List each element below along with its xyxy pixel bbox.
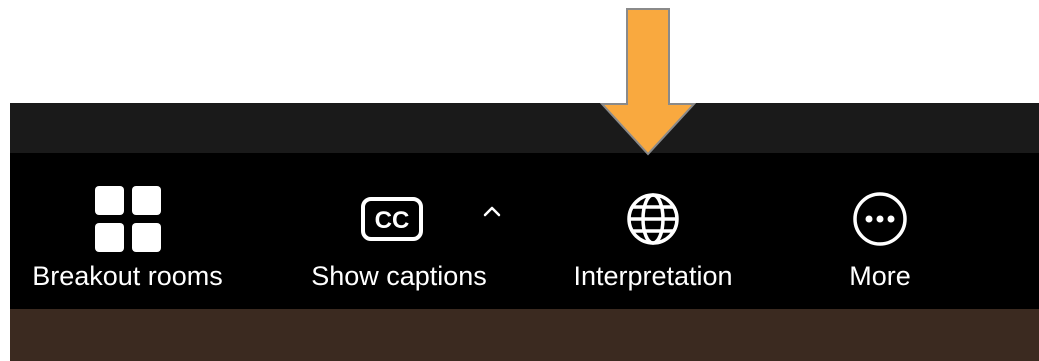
breakout-rooms-label: Breakout rooms [32,261,223,291]
grid-icon [94,186,161,252]
interpretation-button[interactable]: Interpretation [538,153,768,309]
svg-text:CC: CC [375,207,410,234]
show-captions-button[interactable]: CC Show captions [283,153,515,309]
top-strip [10,103,1039,153]
more-button[interactable]: More [790,153,970,309]
show-captions-label: Show captions [311,261,487,291]
video-area [10,309,1039,361]
callout-arrow-icon [600,8,696,156]
interpretation-label: Interpretation [573,261,733,291]
breakout-rooms-button[interactable]: Breakout rooms [0,153,255,309]
more-icon [847,186,913,252]
meeting-toolbar: Breakout rooms CC Show captions Interpre… [10,153,1039,309]
page-background [0,0,1039,103]
captions-options-button[interactable] [480,201,504,225]
chevron-up-icon [482,204,502,223]
cc-icon: CC [359,186,425,252]
globe-icon [620,186,686,252]
more-label: More [849,261,911,291]
